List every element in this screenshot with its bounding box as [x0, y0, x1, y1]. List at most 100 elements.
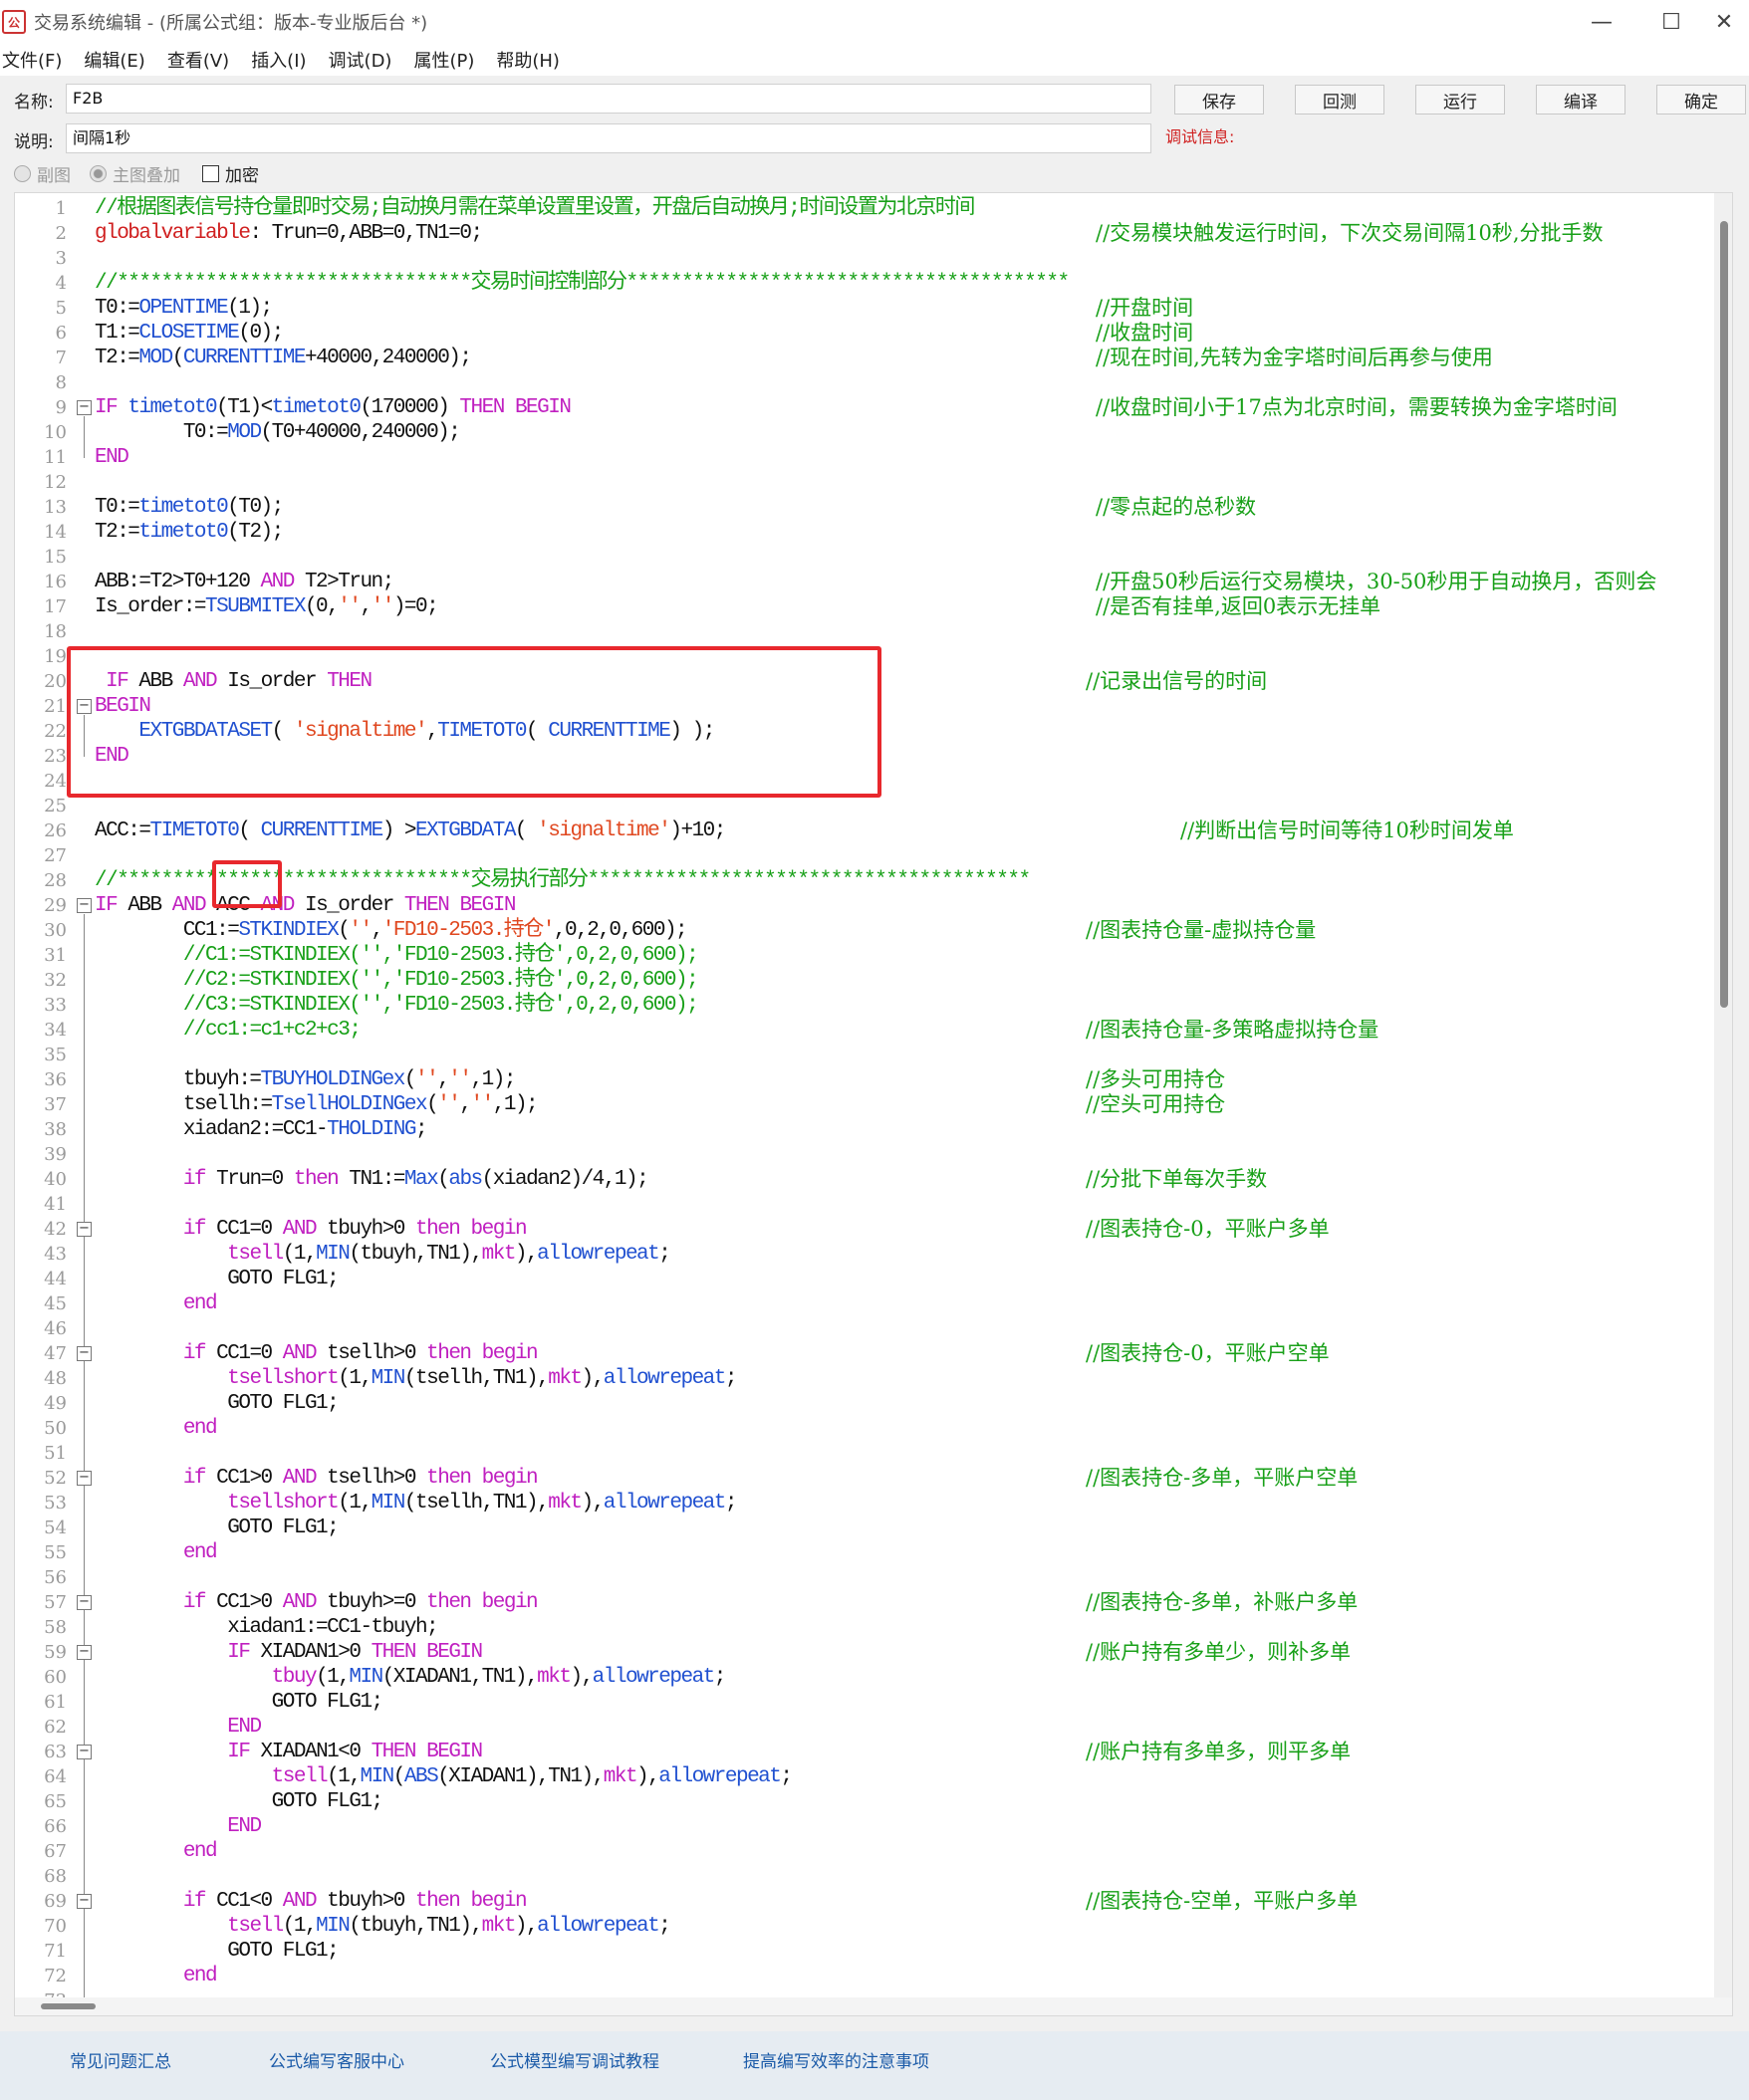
code-line: if CC1=0 AND tsellh>0 then begin: [182, 1342, 539, 1365]
inline-comment: //图表持仓-0，平账户空单: [1086, 1341, 1330, 1365]
menu-edit[interactable]: 编辑(E): [84, 47, 144, 73]
efficiency-tips-link[interactable]: 提高编写效率的注意事项: [743, 2047, 929, 2072]
name-field[interactable]: F2B: [66, 84, 1151, 114]
menu-view[interactable]: 查看(V): [167, 47, 229, 73]
menu-properties[interactable]: 属性(P): [413, 47, 474, 73]
fold-toggle[interactable]: −: [77, 1645, 92, 1660]
line-number: 37: [44, 1094, 67, 1115]
menu-debug[interactable]: 调试(D): [329, 47, 392, 73]
line-number: 31: [44, 945, 67, 966]
code-line: //C1:=STKINDIEX('','FD10-2503.持仓',0,2,0,…: [182, 944, 699, 967]
main-overlay-radio[interactable]: [90, 165, 107, 182]
line-number: 22: [44, 721, 67, 742]
line-number: 25: [44, 796, 67, 817]
encrypt-checkbox[interactable]: [202, 165, 219, 182]
horizontal-scrollbar[interactable]: [15, 1997, 1732, 2015]
menu-file[interactable]: 文件(F): [2, 47, 62, 73]
inline-comment: //零点起的总秒数: [1096, 495, 1257, 519]
line-number: 63: [44, 1742, 67, 1762]
code-line: tsell(1,MIN(tbuyh,TN1),mkt),allowrepeat;: [227, 1243, 671, 1266]
code-line: GOTO FLG1;: [95, 1517, 340, 1539]
description-field[interactable]: 间隔1秒: [66, 123, 1151, 153]
fold-toggle[interactable]: −: [77, 898, 92, 913]
minimize-button[interactable]: —: [1572, 0, 1631, 44]
fold-guide: [84, 1910, 85, 1977]
editor-window: 公 交易系统编辑 - (所属公式组：版本-专业版后台 *) — ☐ ✕ 文件(F…: [0, 0, 1749, 2100]
code-line: xiadan2:=CC1-THOLDING;: [95, 1118, 428, 1141]
line-number: 43: [44, 1244, 67, 1265]
line-number: 4: [55, 273, 67, 294]
line-number: 7: [55, 348, 67, 368]
line-number: 57: [44, 1592, 67, 1613]
code-editor[interactable]: 1 2 3 4 5 6 7 8 9 10 11 12 13 14 15 16 17 18 19 20 21 22 23 24 2…: [14, 192, 1733, 2016]
line-number: 15: [44, 547, 67, 568]
confirm-button[interactable]: 确定: [1656, 85, 1746, 115]
line-number: 67: [44, 1841, 67, 1862]
close-button[interactable]: ✕: [1699, 0, 1749, 44]
line-number: 13: [44, 497, 67, 518]
vertical-scrollbar[interactable]: [1714, 193, 1732, 2015]
vertical-scroll-thumb[interactable]: [1720, 221, 1728, 1008]
fold-toggle[interactable]: −: [77, 1595, 92, 1610]
code-line: T2:=timetot0(T2);: [95, 521, 284, 544]
fold-toggle[interactable]: −: [77, 1894, 92, 1909]
faq-link[interactable]: 常见问题汇总: [70, 2047, 171, 2072]
code-line: end: [182, 1417, 218, 1440]
fold-toggle[interactable]: −: [77, 1346, 92, 1361]
fold-toggle[interactable]: −: [77, 1471, 92, 1486]
line-number: 51: [44, 1443, 67, 1464]
line-number: 11: [44, 447, 67, 468]
fold-toggle[interactable]: −: [77, 400, 92, 415]
app-icon: 公: [2, 10, 26, 34]
code-line: IF XIADAN1<0 THEN BEGIN: [227, 1741, 483, 1763]
tutorial-link[interactable]: 公式模型编写调试教程: [490, 2047, 659, 2072]
line-number: 70: [44, 1916, 67, 1937]
encrypt-label: 加密: [225, 166, 259, 186]
line-number: 56: [44, 1567, 67, 1588]
line-number: 45: [44, 1293, 67, 1314]
inline-comment: //分批下单每次手数: [1086, 1167, 1268, 1191]
sub-chart-radio[interactable]: [14, 165, 31, 182]
line-number: 49: [44, 1393, 67, 1414]
inline-comment: //现在时间,先转为金字塔时间后再参与使用: [1096, 346, 1493, 369]
code-line: GOTO FLG1;: [95, 1691, 384, 1714]
support-center-link[interactable]: 公式编写客服中心: [269, 2047, 404, 2072]
run-button[interactable]: 运行: [1415, 85, 1505, 115]
code-line: tbuyh:=TBUYHOLDINGex('','',1);: [95, 1068, 517, 1091]
maximize-button[interactable]: ☐: [1641, 0, 1701, 44]
main-overlay-option[interactable]: 主图叠加: [90, 161, 180, 186]
line-number: 61: [44, 1692, 67, 1713]
menu-help[interactable]: 帮助(H): [496, 47, 560, 73]
code-line: ACC:=TIMETOT0( CURRENTTIME) >EXTGBDATA( …: [95, 819, 726, 842]
code-line: IF timetot0(T1)<timetot0(170000) THEN BE…: [95, 396, 572, 419]
line-number: 58: [44, 1617, 67, 1638]
inline-comment: //账户持有多单多，则平多单: [1086, 1740, 1352, 1763]
code-line: ABB:=T2>T0+120 AND T2>Trun;: [95, 571, 394, 593]
menu-insert[interactable]: 插入(I): [251, 47, 306, 73]
code-line: //C2:=STKINDIEX('','FD10-2503.持仓',0,2,0,…: [182, 969, 699, 992]
fold-guide: [84, 1362, 85, 1429]
inline-comment: //判断出信号时间等待10秒时间发单: [1180, 818, 1514, 842]
backtest-button[interactable]: 回测: [1295, 85, 1384, 115]
line-number: 6: [55, 323, 67, 344]
fold-toggle[interactable]: −: [77, 1745, 92, 1759]
code-line: tsell(1,MIN(ABS(XIADAN1),TN1),mkt),allow…: [271, 1765, 793, 1788]
save-button[interactable]: 保存: [1174, 85, 1264, 115]
code-line: //cc1:=c1+c2+c3;: [182, 1019, 362, 1042]
fold-guide: [84, 1487, 85, 1553]
code-line: IF ABB AND ACC AND Is_order THEN BEGIN: [95, 894, 516, 917]
compile-button[interactable]: 编译: [1536, 85, 1625, 115]
horizontal-scroll-thumb[interactable]: [41, 2003, 96, 2009]
line-number: 42: [44, 1219, 67, 1240]
encrypt-option[interactable]: 加密: [202, 161, 259, 186]
fold-toggle[interactable]: −: [77, 1222, 92, 1237]
sub-chart-label: 副图: [37, 166, 71, 186]
code-line: globalvariable: Trun=0,ABB=0,TN1=0;: [95, 222, 483, 245]
code-line: tbuy(1,MIN(XIADAN1,TN1),mkt),allowrepeat…: [271, 1666, 727, 1689]
code-line: T1:=CLOSETIME(0);: [95, 322, 284, 345]
line-number: 50: [44, 1418, 67, 1439]
sub-chart-option[interactable]: 副图: [14, 161, 71, 186]
inline-comment: //开盘50秒后运行交易模块，30-50秒用于自动换月，否则会: [1096, 570, 1657, 593]
inline-comment: //图表持仓量-虚拟持仓量: [1086, 918, 1317, 942]
line-number: 20: [44, 671, 67, 692]
